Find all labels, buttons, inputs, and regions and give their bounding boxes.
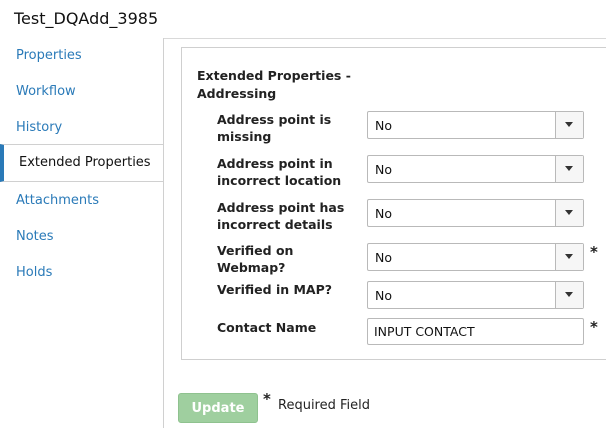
sidebar-item-properties[interactable]: Properties	[0, 38, 164, 74]
update-button[interactable]: Update	[178, 393, 258, 423]
dropdown-button[interactable]	[555, 200, 583, 226]
chevron-down-icon	[565, 166, 573, 171]
field-label-verified-in-map: Verified in MAP?	[217, 282, 333, 297]
dropdown-button[interactable]	[555, 156, 583, 182]
chevron-down-icon	[565, 122, 573, 127]
dropdown-button[interactable]	[555, 112, 583, 138]
address-point-incorrect-details-select[interactable]: No	[367, 199, 584, 227]
verified-on-webmap-select[interactable]: No	[367, 243, 584, 271]
field-label-address-point-incorrect-location: Address point in incorrect location	[217, 156, 342, 188]
sidebar-item-workflow[interactable]: Workflow	[0, 74, 164, 110]
chevron-down-icon	[565, 292, 573, 297]
title-bar: Test_DQAdd_3985	[0, 0, 606, 39]
sidebar-item-history[interactable]: History	[0, 110, 164, 146]
dropdown-button[interactable]	[555, 282, 583, 308]
select-value: No	[375, 250, 392, 265]
field-label-address-point-incorrect-details: Address point has incorrect details	[217, 200, 345, 232]
required-marker: *	[590, 318, 598, 336]
sidebar-item-notes[interactable]: Notes	[0, 219, 164, 255]
address-point-missing-select[interactable]: No	[367, 111, 584, 139]
field-label-verified-on-webmap: Verified on Webmap?	[217, 243, 294, 275]
contact-name-input[interactable]	[367, 318, 584, 345]
select-value: No	[375, 288, 392, 303]
page-title: Test_DQAdd_3985	[14, 9, 159, 28]
address-point-incorrect-location-select[interactable]: No	[367, 155, 584, 183]
chevron-down-icon	[565, 210, 573, 215]
select-value: No	[375, 206, 392, 221]
chevron-down-icon	[565, 254, 573, 259]
field-label-contact-name: Contact Name	[217, 320, 317, 335]
required-marker: *	[263, 390, 271, 408]
required-marker: *	[590, 243, 598, 261]
verified-in-map-select[interactable]: No	[367, 281, 584, 309]
select-value: No	[375, 118, 392, 133]
sidebar-item-extended-properties[interactable]: Extended Properties	[0, 144, 164, 182]
field-label-address-point-missing: Address point is missing	[217, 112, 332, 144]
select-value: No	[375, 162, 392, 177]
sidebar-item-holds[interactable]: Holds	[0, 255, 164, 291]
required-field-note: Required Field	[278, 398, 370, 413]
sidebar-divider	[163, 38, 164, 428]
sidebar: Properties Workflow History Extended Pro…	[0, 38, 164, 428]
section-title: Extended Properties - Addressing	[197, 68, 351, 101]
sidebar-item-attachments[interactable]: Attachments	[0, 183, 164, 219]
dropdown-button[interactable]	[555, 244, 583, 270]
